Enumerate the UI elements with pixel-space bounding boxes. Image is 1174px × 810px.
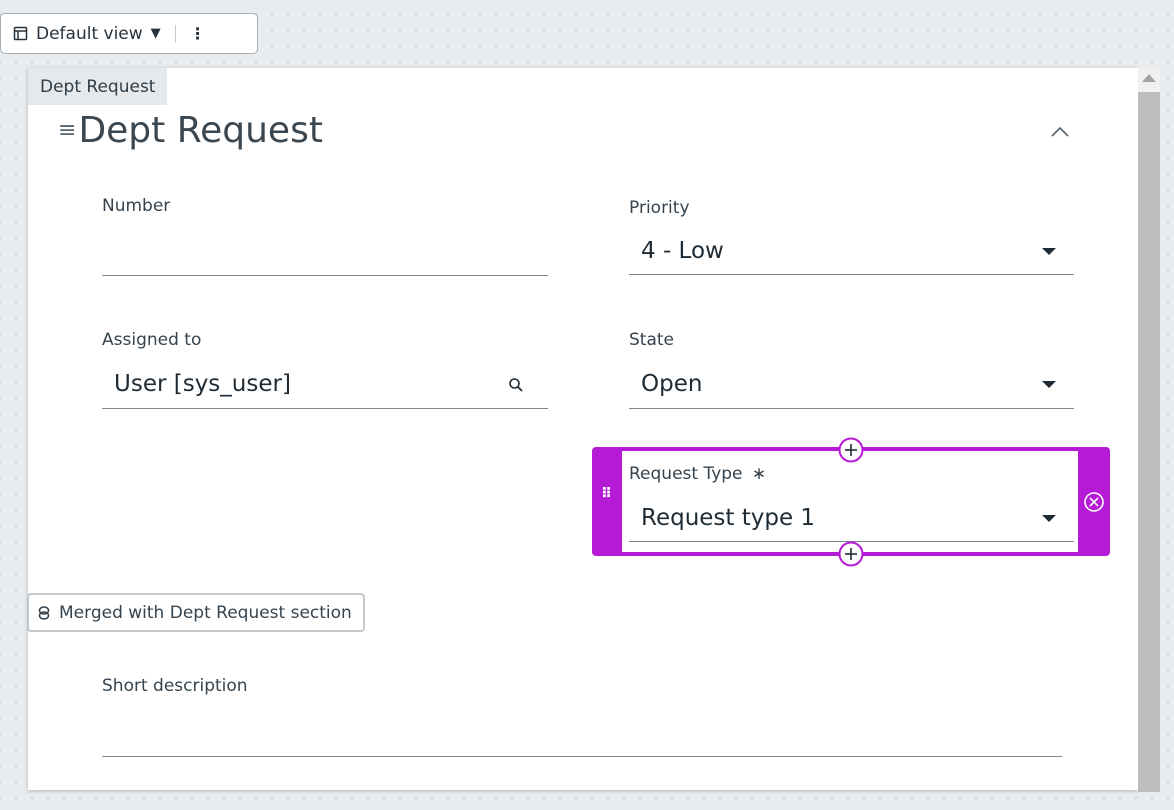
state-dropdown-icon[interactable]: [1042, 381, 1056, 388]
short-description-underline: [102, 756, 1062, 757]
vertical-scrollbar[interactable]: [1138, 68, 1160, 792]
merged-section-label: Merged with Dept Request section: [59, 602, 352, 623]
priority-label: Priority: [629, 198, 690, 218]
section-tab[interactable]: Dept Request: [28, 68, 168, 105]
assigned-to-input[interactable]: User [sys_user]: [114, 371, 291, 397]
link-icon: [37, 605, 51, 621]
assigned-to-label: Assigned to: [102, 330, 202, 350]
search-icon[interactable]: [508, 377, 524, 393]
add-below-plus-icon[interactable]: [838, 541, 864, 567]
number-underline: [102, 275, 548, 276]
scrollbar-thumb[interactable]: [1138, 92, 1160, 792]
view-selector-label[interactable]: Default view: [36, 24, 143, 44]
required-marker-icon: ∗: [751, 464, 767, 484]
request-type-select[interactable]: Request type 1: [641, 505, 815, 531]
state-label: State: [629, 330, 674, 350]
priority-select[interactable]: 4 - Low: [641, 238, 724, 264]
priority-dropdown-icon[interactable]: [1042, 248, 1056, 255]
assigned-to-underline: [102, 408, 548, 409]
section-title: Dept Request: [78, 110, 323, 151]
chevron-down-icon[interactable]: ▼: [151, 26, 161, 41]
state-underline: [629, 408, 1074, 409]
hamburger-icon[interactable]: ≡: [58, 118, 76, 143]
short-description-label: Short description: [102, 676, 248, 696]
request-type-dropdown-icon[interactable]: [1042, 515, 1056, 522]
remove-field-icon[interactable]: [1082, 490, 1106, 514]
scroll-up-arrow-icon[interactable]: [1142, 74, 1156, 82]
request-type-label-text: Request Type: [629, 464, 743, 484]
view-icon: [13, 26, 28, 41]
request-type-label: Request Type ∗: [629, 464, 766, 484]
drag-handle-icon[interactable]: ⠿: [601, 487, 612, 501]
merged-section-chip[interactable]: Merged with Dept Request section: [27, 593, 365, 632]
number-label: Number: [102, 196, 171, 216]
state-select[interactable]: Open: [641, 371, 702, 397]
add-above-plus-icon[interactable]: [838, 437, 864, 463]
kebab-icon[interactable]: ⋮: [190, 25, 206, 42]
view-toolbar: Default view ▼ ⋮: [0, 13, 258, 54]
toolbar-divider: [174, 24, 176, 43]
section-header: ≡ Dept Request: [58, 110, 323, 151]
chevron-up-icon[interactable]: [1048, 122, 1072, 140]
priority-underline: [629, 274, 1074, 275]
